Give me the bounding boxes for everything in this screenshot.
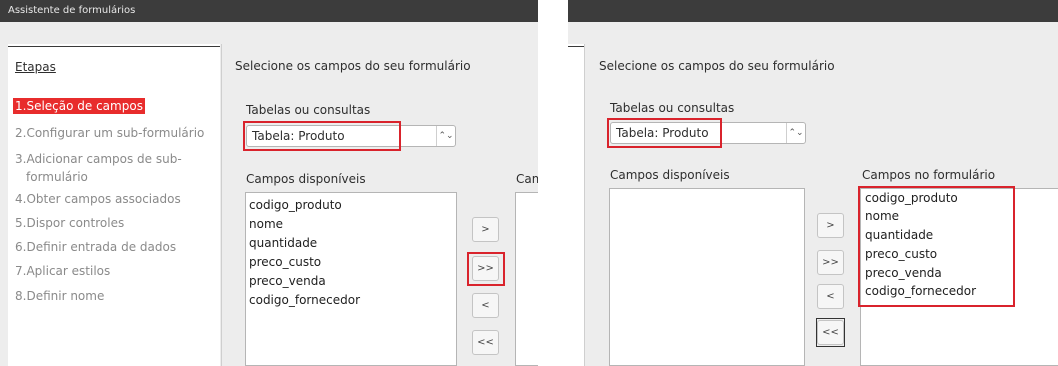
step-definir-nome[interactable]: 8.Definir nome xyxy=(15,289,104,303)
window-titlebar: Assistente de formulários xyxy=(0,0,538,22)
left-wizard-window: Assistente de formulários Etapas 1.Seleç… xyxy=(0,0,538,366)
list-item[interactable]: preco_custo xyxy=(249,255,321,269)
list-item[interactable]: codigo_produto xyxy=(865,191,958,205)
tables-label: Tabelas ou consultas xyxy=(246,103,371,117)
form-fields-items: codigo_produto nome quantidade preco_cus… xyxy=(862,188,1058,308)
table-select[interactable]: Tabela: Produto ⌃⌄ xyxy=(246,125,456,147)
remove-all-button[interactable]: << xyxy=(817,320,844,345)
form-fields-label-clipped: Cam xyxy=(516,172,538,186)
add-all-button[interactable]: >> xyxy=(817,250,844,275)
steps-sidebar: Etapas 1.Seleção de campos 2.Configurar … xyxy=(8,44,220,366)
chevron-updown-icon: ⌃⌄ xyxy=(786,123,805,143)
available-fields-label: Campos disponíveis xyxy=(610,168,730,182)
chevron-updown-icon: ⌃⌄ xyxy=(436,126,455,146)
tables-label: Tabelas ou consultas xyxy=(610,101,735,115)
step-dispor-controles[interactable]: 5.Dispor controles xyxy=(15,216,124,230)
add-selected-button[interactable]: > xyxy=(472,217,499,242)
sidebar-stub xyxy=(568,44,584,366)
available-fields-list[interactable]: codigo_produto nome quantidade preco_cus… xyxy=(245,192,457,366)
form-fields-list[interactable] xyxy=(515,192,538,366)
remove-selected-button[interactable]: < xyxy=(817,284,844,309)
step-aplicar-estilos[interactable]: 7.Aplicar estilos xyxy=(15,264,110,278)
sidebar-divider xyxy=(568,46,584,47)
list-item[interactable]: nome xyxy=(865,209,899,223)
add-all-button[interactable]: >> xyxy=(472,256,499,281)
page-heading: Selecione os campos do seu formulário xyxy=(235,59,471,73)
step-adicionar-campos-sub-cont[interactable]: formulário xyxy=(26,170,88,184)
available-fields-label: Campos disponíveis xyxy=(246,172,366,186)
remove-selected-button[interactable]: < xyxy=(472,293,499,318)
sidebar-separator xyxy=(221,44,222,366)
step-configurar-subformulario[interactable]: 2.Configurar um sub-formulário xyxy=(15,126,204,140)
list-item[interactable]: codigo_fornecedor xyxy=(865,284,976,298)
window-title: Assistente de formulários xyxy=(8,5,136,16)
step-adicionar-campos-sub[interactable]: 3.Adicionar campos de sub- xyxy=(15,152,182,166)
table-select-value: Tabela: Produto xyxy=(252,129,345,143)
list-item[interactable]: preco_venda xyxy=(865,266,942,280)
available-fields-list[interactable] xyxy=(609,188,805,366)
list-item[interactable]: preco_venda xyxy=(249,274,326,288)
list-item[interactable]: quantidade xyxy=(865,228,933,242)
panel-gap xyxy=(538,0,568,366)
table-select[interactable]: Tabela: Produto ⌃⌄ xyxy=(610,122,806,144)
right-wizard-window: Selecione os campos do seu formulário Ta… xyxy=(568,0,1058,366)
table-select-value: Tabela: Produto xyxy=(616,126,709,140)
window-titlebar xyxy=(568,0,1058,22)
page-heading: Selecione os campos do seu formulário xyxy=(599,59,835,73)
steps-heading: Etapas xyxy=(15,60,56,74)
step-definir-entrada[interactable]: 6.Definir entrada de dados xyxy=(15,240,176,254)
remove-all-button[interactable]: << xyxy=(472,330,499,355)
list-item[interactable]: quantidade xyxy=(249,236,317,250)
add-selected-button[interactable]: > xyxy=(817,213,844,238)
step-selecao-campos[interactable]: 1.Seleção de campos xyxy=(13,98,145,114)
sidebar-separator xyxy=(584,44,585,366)
step-obter-campos[interactable]: 4.Obter campos associados xyxy=(15,192,181,206)
form-fields-label: Campos no formulário xyxy=(862,168,996,182)
list-item[interactable]: codigo_fornecedor xyxy=(249,293,360,307)
list-item[interactable]: codigo_produto xyxy=(249,198,342,212)
sidebar-divider xyxy=(8,46,220,47)
list-item[interactable]: preco_custo xyxy=(865,247,937,261)
list-item[interactable]: nome xyxy=(249,217,283,231)
